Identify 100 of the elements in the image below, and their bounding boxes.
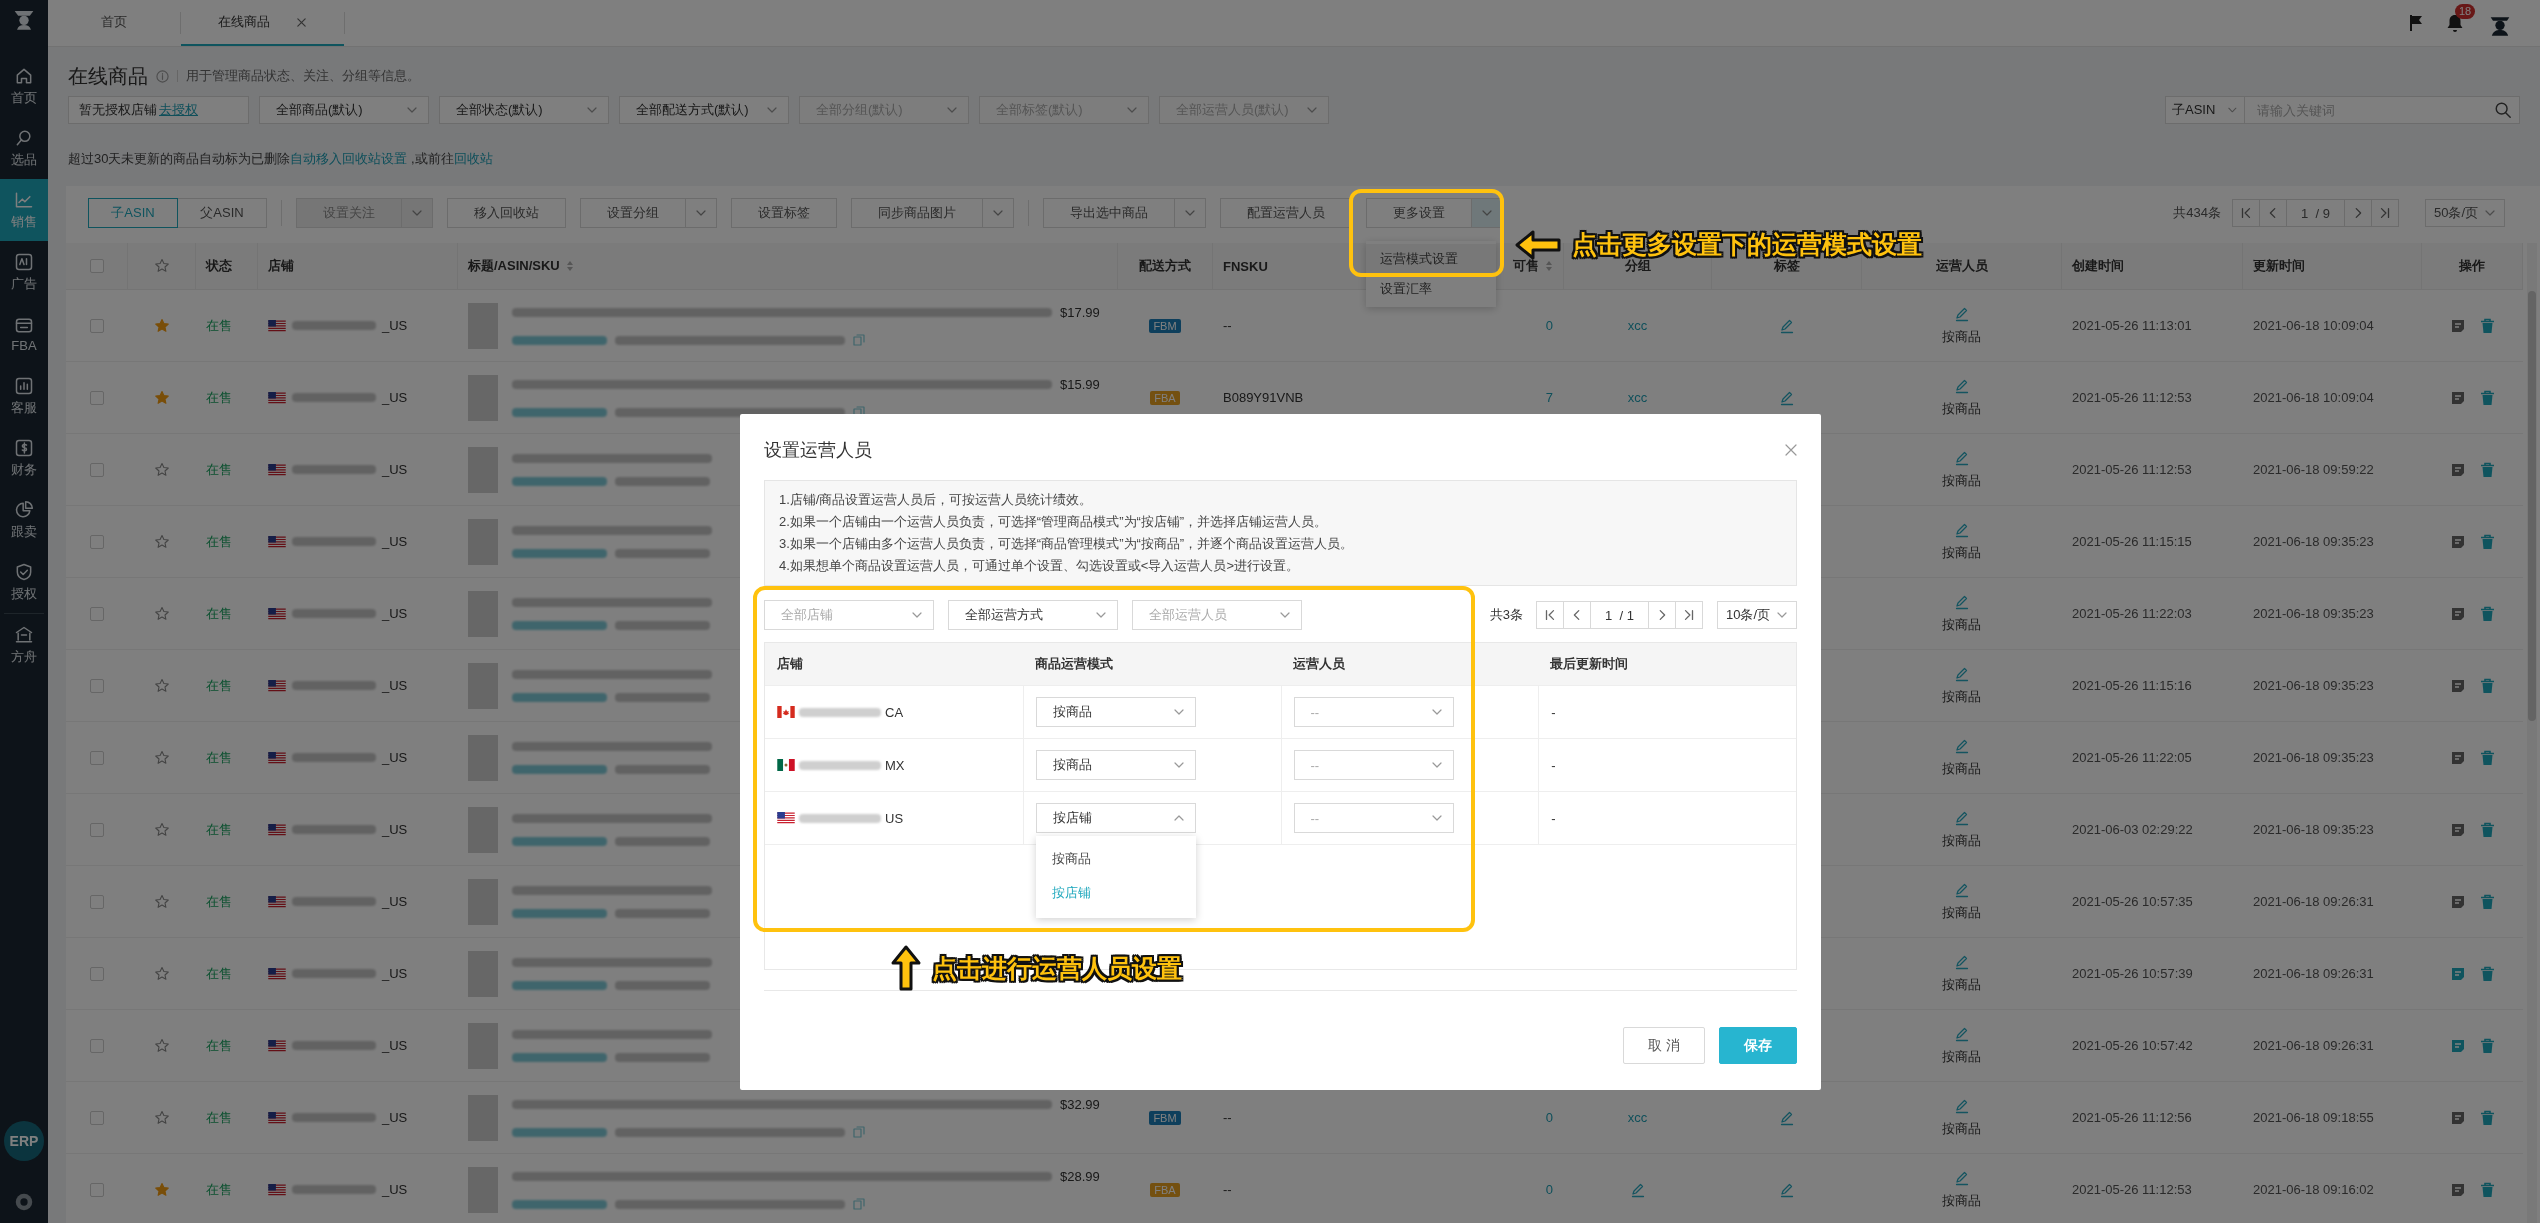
row-checkbox[interactable] (89, 606, 104, 621)
search-scope-select[interactable]: 子ASIN (2165, 96, 2245, 124)
toolbar-button[interactable]: 导出选中商品 (1043, 198, 1174, 228)
edit-icon[interactable] (1953, 1097, 1970, 1114)
note-icon[interactable] (2449, 893, 2466, 910)
edit-icon[interactable] (1953, 953, 1970, 970)
note-icon[interactable] (2449, 1109, 2466, 1126)
sidebar-item[interactable]: 广告 (0, 241, 48, 303)
view-tab[interactable]: 子ASIN (88, 198, 178, 228)
view-tab[interactable]: 父ASIN (177, 198, 267, 228)
filter-select[interactable]: 全部商品(默认) (259, 96, 429, 124)
mode-select[interactable]: 按商品 (1035, 750, 1196, 780)
mode-select[interactable]: 按店铺 (1035, 803, 1196, 833)
edit-icon[interactable] (1953, 449, 1970, 466)
row-checkbox[interactable] (89, 750, 104, 765)
dropdown-option[interactable]: 按商品 (1035, 842, 1196, 876)
column-header[interactable]: 可售 (1513, 257, 1553, 275)
row-checkbox[interactable] (89, 894, 104, 909)
filter-select[interactable]: 全部运营人员 (1132, 600, 1302, 630)
star-icon[interactable] (153, 1037, 170, 1054)
edit-icon[interactable] (1953, 737, 1970, 754)
close-icon[interactable] (1785, 444, 1797, 456)
edit-icon[interactable] (1953, 1025, 1970, 1042)
edit-icon[interactable] (1778, 1109, 1795, 1126)
toolbar-button[interactable]: 更多设置 (1366, 198, 1471, 228)
row-checkbox[interactable] (89, 534, 104, 549)
pager-button[interactable] (1647, 601, 1676, 629)
star-icon[interactable] (153, 677, 170, 694)
dropdown-toggle[interactable] (1471, 198, 1503, 228)
pager-button[interactable] (2259, 199, 2287, 227)
filter-select[interactable]: 全部状态(默认) (439, 96, 609, 124)
edit-icon[interactable] (1953, 593, 1970, 610)
sidebar-item[interactable]: 财务 (0, 427, 48, 489)
row-checkbox[interactable] (89, 1038, 104, 1053)
star-icon[interactable] (153, 821, 170, 838)
sidebar-item[interactable]: 跟卖 (0, 489, 48, 551)
scrollbar[interactable] (2527, 243, 2537, 1223)
note-icon[interactable] (2449, 317, 2466, 334)
operator-select[interactable]: -- (1293, 697, 1454, 727)
sidebar-item[interactable]: 方舟 (0, 614, 48, 676)
dropdown-toggle[interactable] (982, 198, 1014, 228)
header-checkbox[interactable] (89, 259, 104, 273)
tab[interactable]: 首页 (48, 0, 180, 46)
pager-button[interactable] (1563, 601, 1591, 629)
page-input[interactable]: 1 / 9 (2286, 199, 2345, 227)
star-icon[interactable] (153, 1181, 170, 1198)
toolbar-button[interactable]: 移入回收站 (447, 198, 566, 228)
note-icon[interactable] (2449, 1037, 2466, 1054)
edit-icon[interactable] (1953, 665, 1970, 682)
star-icon[interactable] (153, 893, 170, 910)
filter-select[interactable]: 全部运营方式 (948, 600, 1118, 630)
authorize-link[interactable]: 去授权 (159, 101, 198, 119)
sidebar-item[interactable]: FBA (0, 303, 48, 365)
edit-icon[interactable] (1778, 389, 1795, 406)
group-link[interactable]: xcc (1627, 318, 1648, 333)
note-icon[interactable] (2449, 965, 2466, 982)
pager-button[interactable] (1536, 601, 1564, 629)
edit-icon[interactable] (1953, 1169, 1970, 1186)
dropdown-option[interactable]: 按店铺 (1035, 876, 1196, 910)
star-icon[interactable] (153, 533, 170, 550)
row-checkbox[interactable] (89, 822, 104, 837)
edit-icon[interactable] (1953, 809, 1970, 826)
dropdown-toggle[interactable] (685, 198, 717, 228)
recycle-bin-link[interactable]: 回收站 (453, 151, 493, 166)
sidebar-item[interactable]: 客服 (0, 365, 48, 427)
edit-icon[interactable] (1778, 317, 1795, 334)
pager-button[interactable] (2343, 199, 2372, 227)
row-checkbox[interactable] (89, 678, 104, 693)
star-icon[interactable] (153, 317, 170, 334)
edit-icon[interactable] (1953, 305, 1970, 322)
erp-button[interactable]: ERP (4, 1121, 44, 1161)
toolbar-button[interactable]: 同步商品图片 (851, 198, 982, 228)
menu-item[interactable]: 运营模式设置 (1366, 244, 1496, 274)
stock-count[interactable]: 0 (1545, 1110, 1553, 1125)
stock-count[interactable]: 0 (1545, 1182, 1553, 1197)
note-icon[interactable] (2449, 533, 2466, 550)
toolbar-button[interactable]: 配置运营人员 (1220, 198, 1352, 228)
pager-button[interactable] (2370, 199, 2399, 227)
recycle-settings-link[interactable]: 自动移入回收站设置 (290, 151, 408, 166)
note-icon[interactable] (2449, 749, 2466, 766)
row-checkbox[interactable] (89, 318, 104, 333)
note-icon[interactable] (2449, 389, 2466, 406)
filter-select[interactable]: 全部配送方式(默认) (619, 96, 789, 124)
page-size-select[interactable]: 50条/页 (2424, 199, 2505, 227)
dropdown-toggle[interactable] (1174, 198, 1206, 228)
star-icon[interactable] (153, 749, 170, 766)
star-icon[interactable] (153, 605, 170, 622)
row-checkbox[interactable] (89, 462, 104, 477)
star-icon[interactable] (153, 461, 170, 478)
cancel-button[interactable]: 取 消 (1623, 1027, 1705, 1064)
edit-icon[interactable] (1953, 521, 1970, 538)
star-icon[interactable] (153, 1109, 170, 1126)
toolbar-button[interactable]: 设置分组 (580, 198, 685, 228)
note-icon[interactable] (2449, 461, 2466, 478)
operator-select[interactable]: -- (1293, 750, 1454, 780)
row-checkbox[interactable] (89, 390, 104, 405)
sidebar-item[interactable]: 首页 (0, 55, 48, 117)
note-icon[interactable] (2449, 821, 2466, 838)
save-button[interactable]: 保存 (1719, 1027, 1797, 1064)
page-size-select[interactable]: 10条/页 (1716, 601, 1797, 629)
